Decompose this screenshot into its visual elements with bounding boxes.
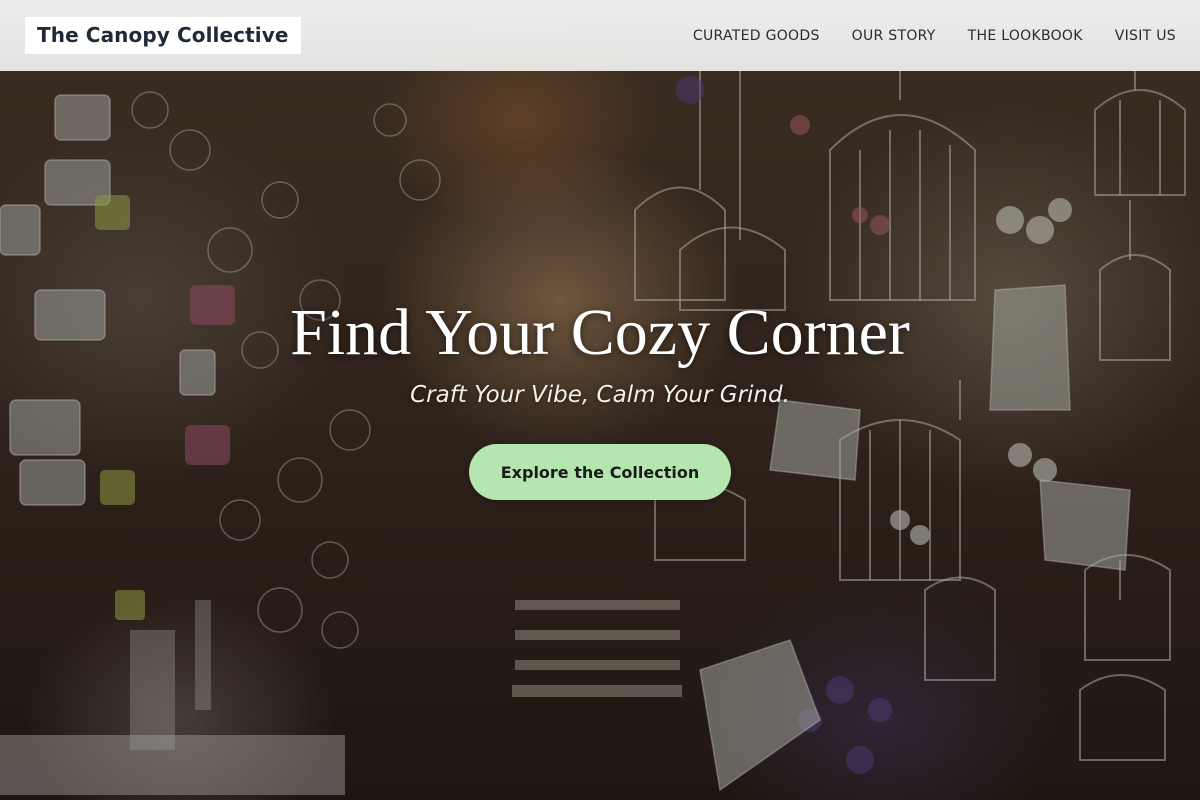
- hero-subtitle: Craft Your Vibe, Calm Your Grind.: [410, 382, 790, 408]
- nav-link-our-story[interactable]: OUR STORY: [852, 28, 936, 44]
- brand-logo[interactable]: The Canopy Collective: [25, 17, 301, 54]
- nav-link-curated-goods[interactable]: CURATED GOODS: [693, 28, 820, 44]
- main-nav: CURATED GOODS OUR STORY THE LOOKBOOK VIS…: [693, 28, 1176, 44]
- hero-title: Find Your Cozy Corner: [290, 296, 910, 369]
- hero-section: Find Your Cozy Corner Craft Your Vibe, C…: [0, 290, 1200, 500]
- nav-link-the-lookbook[interactable]: THE LOOKBOOK: [968, 28, 1083, 44]
- top-navbar: The Canopy Collective CURATED GOODS OUR …: [0, 0, 1200, 71]
- nav-link-visit-us[interactable]: VISIT US: [1115, 28, 1176, 44]
- explore-collection-button[interactable]: Explore the Collection: [469, 444, 731, 500]
